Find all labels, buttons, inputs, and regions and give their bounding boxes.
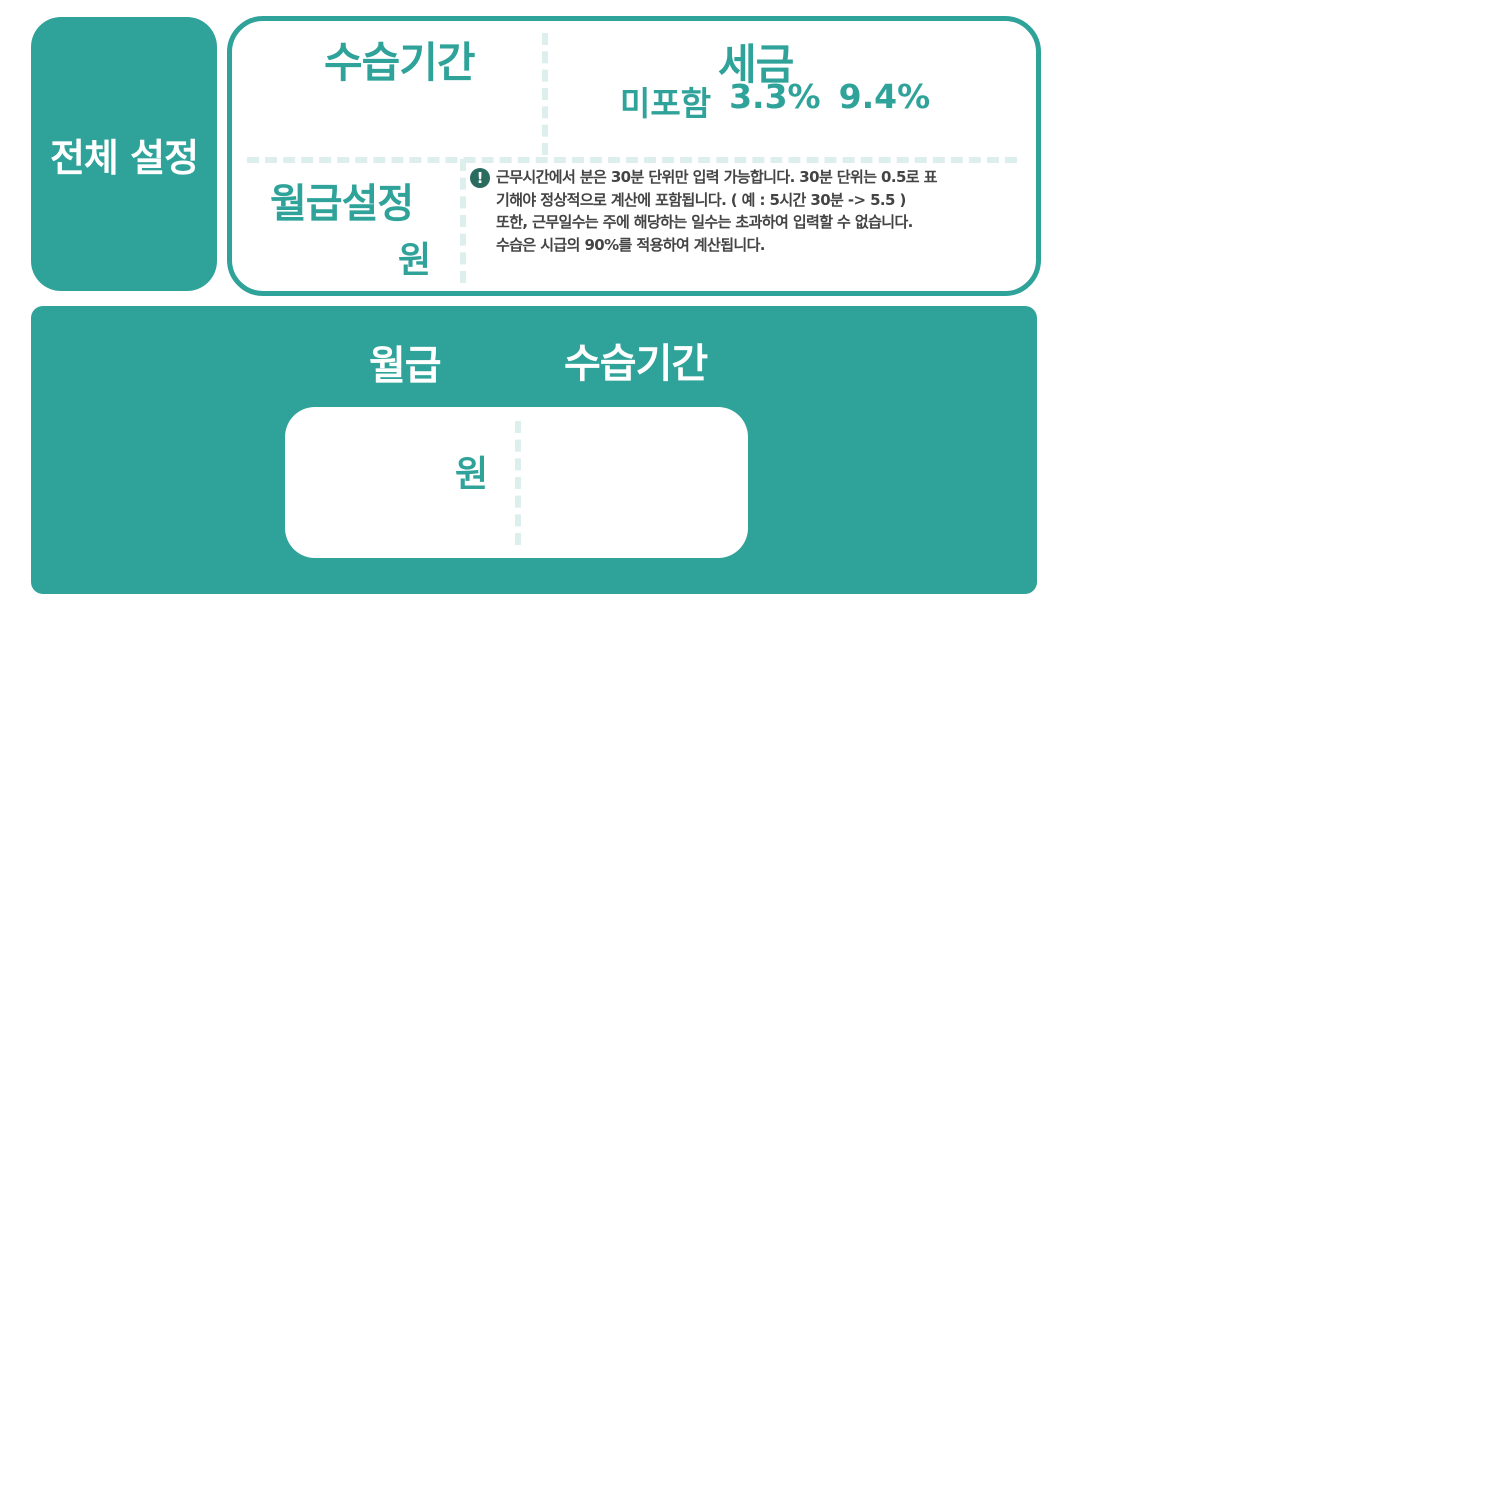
tax-option-3-3[interactable]: 3.3% [729, 77, 821, 125]
tax-option-9-4[interactable]: 9.4% [839, 77, 931, 125]
probation-period-title[interactable]: 수습기간 [324, 29, 476, 90]
exclamation-icon: ! [470, 168, 490, 188]
page: 전체 설정 수습기간 세금 미포함 3.3% 9.4% 월급설정 원 ! 근무시… [0, 0, 1500, 1500]
vertical-divider-bottom [460, 159, 466, 283]
global-settings-label: 전체 설정 [49, 135, 199, 180]
salary-currency-unit: 원 [398, 240, 431, 281]
probation-result-label: 수습기간 [564, 341, 708, 387]
notice-line: 근무시간에서 분은 30분 단위만 입력 가능합니다. 30분 단위는 0.5로… [496, 168, 937, 186]
notice-line: 기해야 정상적으로 계산에 포함됩니다. ( 예 : 5시간 30분 -> 5.… [496, 190, 906, 209]
salary-result-label: 월급 [369, 343, 442, 389]
vertical-divider-top [542, 33, 548, 155]
result-currency-unit: 원 [455, 454, 489, 495]
global-settings-badge: 전체 설정 [31, 17, 217, 291]
result-panel: 월급 수습기간 원 [31, 306, 1037, 594]
settings-card: 수습기간 세금 미포함 3.3% 9.4% 월급설정 원 ! 근무시간에서 분은… [227, 16, 1041, 296]
salary-setting-title: 월급설정 [270, 181, 414, 227]
notice-line: 수습은 시급의 90%를 적용하여 계산됩니다. [496, 235, 766, 254]
notice: ! 근무시간에서 분은 30분 단위만 입력 가능합니다. 30분 단위는 0.… [470, 166, 1010, 256]
tax-option-none[interactable]: 미포함 [620, 77, 711, 125]
horizontal-divider [247, 157, 1017, 163]
tax-options: 미포함 3.3% 9.4% [620, 77, 930, 125]
result-divider [515, 421, 521, 545]
result-box: 원 [285, 407, 748, 558]
notice-text: 근무시간에서 분은 30분 단위만 입력 가능합니다. 30분 단위는 0.5로… [496, 166, 937, 256]
notice-line: 또한, 근무일수는 주에 해당하는 일수는 초과하여 입력할 수 없습니다. [496, 213, 913, 231]
